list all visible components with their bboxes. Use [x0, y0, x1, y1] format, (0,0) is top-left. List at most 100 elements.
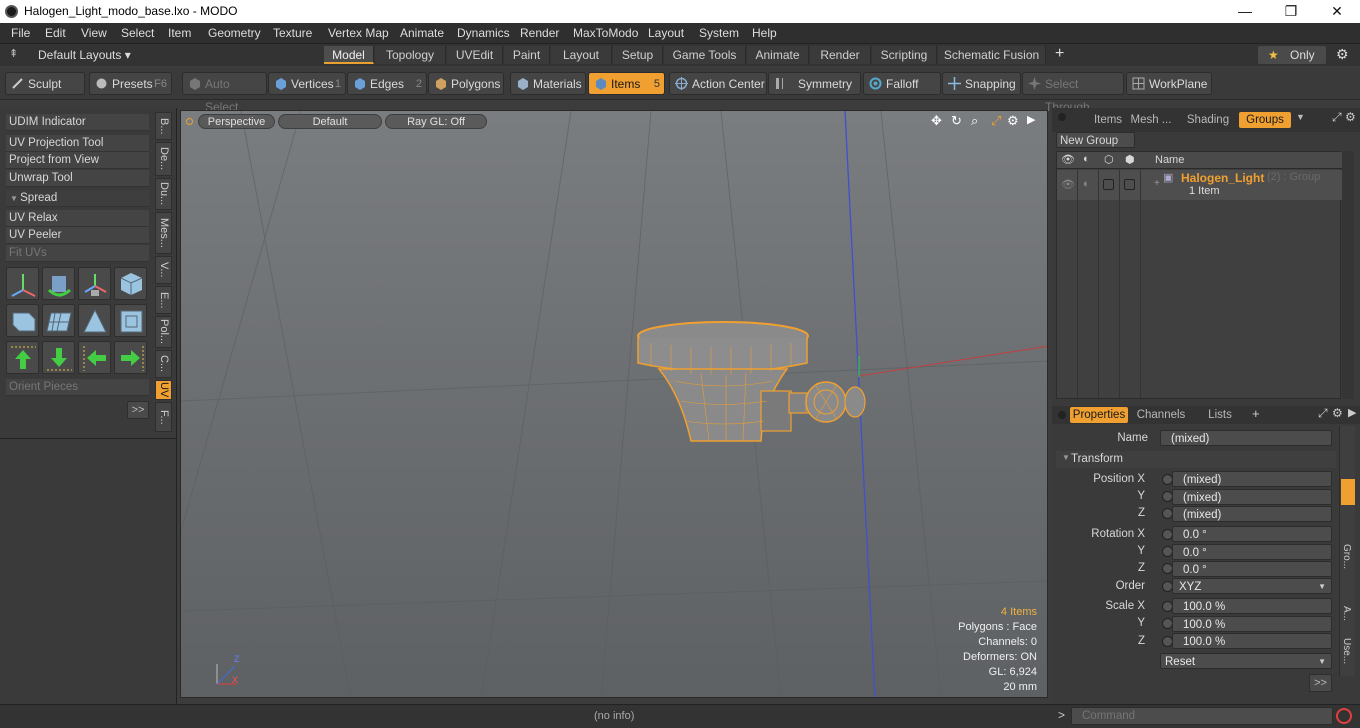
- vtab-mes[interactable]: Mes...: [155, 212, 172, 254]
- tab-layout[interactable]: Layout: [551, 46, 612, 64]
- group-row-halogen-light[interactable]: 👁 ◐ + ▣ Halogen_Light (2) : Group 1 Item: [1057, 170, 1342, 200]
- tab-animate[interactable]: Animate: [747, 46, 809, 64]
- reset-dropdown[interactable]: Reset ▼: [1160, 653, 1332, 669]
- default-layouts-dropdown[interactable]: Default Layouts ▾: [38, 48, 131, 62]
- shading-dropdown[interactable]: Default: [278, 114, 382, 129]
- tab-game-tools[interactable]: Game Tools: [664, 46, 746, 64]
- vtab-e[interactable]: E...: [155, 286, 172, 314]
- menu-file[interactable]: File: [11, 26, 30, 40]
- side-tab-a[interactable]: A...: [1341, 606, 1352, 621]
- command-input[interactable]: [1071, 707, 1333, 725]
- menu-geometry[interactable]: Geometry: [208, 26, 261, 40]
- auto-select-button[interactable]: Auto Select: [182, 72, 267, 114]
- tab-mesh[interactable]: Mesh ...: [1126, 112, 1176, 128]
- close-button[interactable]: ✕: [1314, 0, 1360, 23]
- menu-item[interactable]: Item: [168, 26, 191, 40]
- tab-groups[interactable]: Groups: [1239, 112, 1291, 128]
- 3d-viewport[interactable]: Perspective Default Ray GL: Off ✥ ↻ ⌕ ⤢ …: [180, 110, 1048, 698]
- menu-help[interactable]: Help: [752, 26, 777, 40]
- sculpt-button[interactable]: Sculpt: [5, 72, 85, 95]
- menu-maxtomodo[interactable]: MaxToModo: [573, 26, 638, 40]
- rotation-x-field[interactable]: 0.0 °: [1172, 526, 1332, 542]
- menu-vertex-map[interactable]: Vertex Map: [328, 26, 389, 40]
- visibility-eye-icon[interactable]: 👁: [1061, 153, 1075, 166]
- side-tab-gro[interactable]: Gro...: [1341, 544, 1352, 569]
- prop-popout-icon[interactable]: ⤢: [1318, 406, 1328, 421]
- edges-button[interactable]: Edges 2: [347, 72, 427, 95]
- minimize-button[interactable]: —: [1222, 0, 1268, 23]
- vtab-c[interactable]: C...: [155, 350, 172, 378]
- align-down-icon[interactable]: [42, 341, 75, 374]
- transform-section[interactable]: ▼ Transform: [1056, 451, 1336, 468]
- side-tab-use[interactable]: Use...: [1341, 638, 1352, 664]
- row-select-checkbox[interactable]: [1124, 179, 1135, 190]
- align-left-icon[interactable]: [78, 341, 111, 374]
- position-y-field[interactable]: (mixed): [1172, 489, 1332, 505]
- select-icon[interactable]: ⬢: [1125, 153, 1135, 166]
- uv-pyramid-icon[interactable]: [78, 304, 111, 337]
- side-tab-active[interactable]: [1341, 479, 1355, 505]
- align-up-icon[interactable]: [6, 341, 39, 374]
- uv-frame-icon[interactable]: [114, 304, 147, 337]
- menu-layout[interactable]: Layout: [648, 26, 684, 40]
- items-button[interactable]: Items 5: [588, 72, 665, 95]
- record-icon[interactable]: [1336, 708, 1352, 724]
- tab-setup[interactable]: Setup: [613, 46, 663, 64]
- uv-move-icon[interactable]: [78, 267, 111, 300]
- perspective-dropdown[interactable]: Perspective: [198, 114, 275, 129]
- vtab-pol[interactable]: Pol...: [155, 316, 172, 348]
- scale-z-field[interactable]: 100.0 %: [1172, 633, 1332, 649]
- render-icon[interactable]: ◐: [1083, 153, 1090, 165]
- tabs-dropdown-icon[interactable]: ▼: [1296, 112, 1305, 122]
- align-right-icon[interactable]: [114, 341, 147, 374]
- new-group-button[interactable]: New Group: [1056, 132, 1135, 148]
- tab-paint[interactable]: Paint: [504, 46, 550, 64]
- more-properties-button[interactable]: >>: [1309, 674, 1332, 692]
- scale-x-field[interactable]: 100.0 %: [1172, 598, 1332, 614]
- row-visibility-icon[interactable]: 👁: [1061, 178, 1075, 191]
- tab-model[interactable]: Model: [324, 46, 374, 64]
- rotation-z-field[interactable]: 0.0 °: [1172, 561, 1332, 577]
- menu-view[interactable]: View: [81, 26, 107, 40]
- row-lock-checkbox[interactable]: [1103, 179, 1114, 190]
- uv-box-icon[interactable]: [114, 267, 147, 300]
- prop-arrow-icon[interactable]: ▶: [1348, 406, 1356, 419]
- uv-relax-button[interactable]: UV Relax: [6, 210, 149, 227]
- tab-scripting[interactable]: Scripting: [872, 46, 937, 64]
- tab-render[interactable]: Render: [810, 46, 871, 64]
- panel-popout-icon[interactable]: ⤢: [1332, 110, 1342, 125]
- falloff-button[interactable]: Falloff: [863, 72, 941, 95]
- tab-topology[interactable]: Topology: [375, 46, 446, 64]
- uv-projection-tool-button[interactable]: UV Projection Tool: [6, 135, 149, 152]
- vtab-de[interactable]: De...: [155, 142, 172, 176]
- row-render-icon[interactable]: ◐: [1083, 178, 1090, 190]
- rotation-y-field[interactable]: 0.0 °: [1172, 544, 1332, 560]
- spread-section[interactable]: ▼ Spread: [6, 190, 149, 207]
- vtab-du[interactable]: Du...: [155, 178, 172, 210]
- prop-gear-icon[interactable]: ⚙: [1332, 406, 1343, 420]
- expand-plus-icon[interactable]: +: [1154, 178, 1160, 189]
- maximize-button[interactable]: ❐: [1268, 0, 1314, 23]
- vtab-v[interactable]: V...: [155, 256, 172, 284]
- position-x-field[interactable]: (mixed): [1172, 471, 1332, 487]
- uv-grid-icon[interactable]: [42, 304, 75, 337]
- groups-scrollbar[interactable]: [1342, 151, 1354, 399]
- snapping-button[interactable]: Snapping: [942, 72, 1021, 95]
- vtab-uv[interactable]: UV: [155, 380, 172, 400]
- vertices-button[interactable]: Vertices 1: [268, 72, 346, 95]
- only-toggle[interactable]: ★ Only: [1258, 46, 1326, 64]
- move-view-icon[interactable]: ✥: [931, 113, 942, 129]
- raygl-toggle[interactable]: Ray GL: Off: [385, 114, 487, 129]
- symmetry-button[interactable]: Symmetry: [768, 72, 861, 95]
- orient-pieces-button[interactable]: Orient Pieces: [6, 379, 149, 396]
- add-prop-tab-button[interactable]: +: [1252, 406, 1260, 421]
- menu-select[interactable]: Select: [121, 26, 154, 40]
- presets-button[interactable]: Presets F6: [89, 72, 172, 95]
- name-field[interactable]: (mixed): [1160, 430, 1332, 446]
- menu-edit[interactable]: Edit: [45, 26, 66, 40]
- halogen-light-mesh[interactable]: [637, 321, 866, 442]
- vtab-b[interactable]: B...: [155, 112, 172, 140]
- order-dropdown[interactable]: XYZ ▼: [1172, 578, 1332, 594]
- polygons-button[interactable]: Polygons: [428, 72, 504, 95]
- add-tab-button[interactable]: +: [1055, 45, 1064, 63]
